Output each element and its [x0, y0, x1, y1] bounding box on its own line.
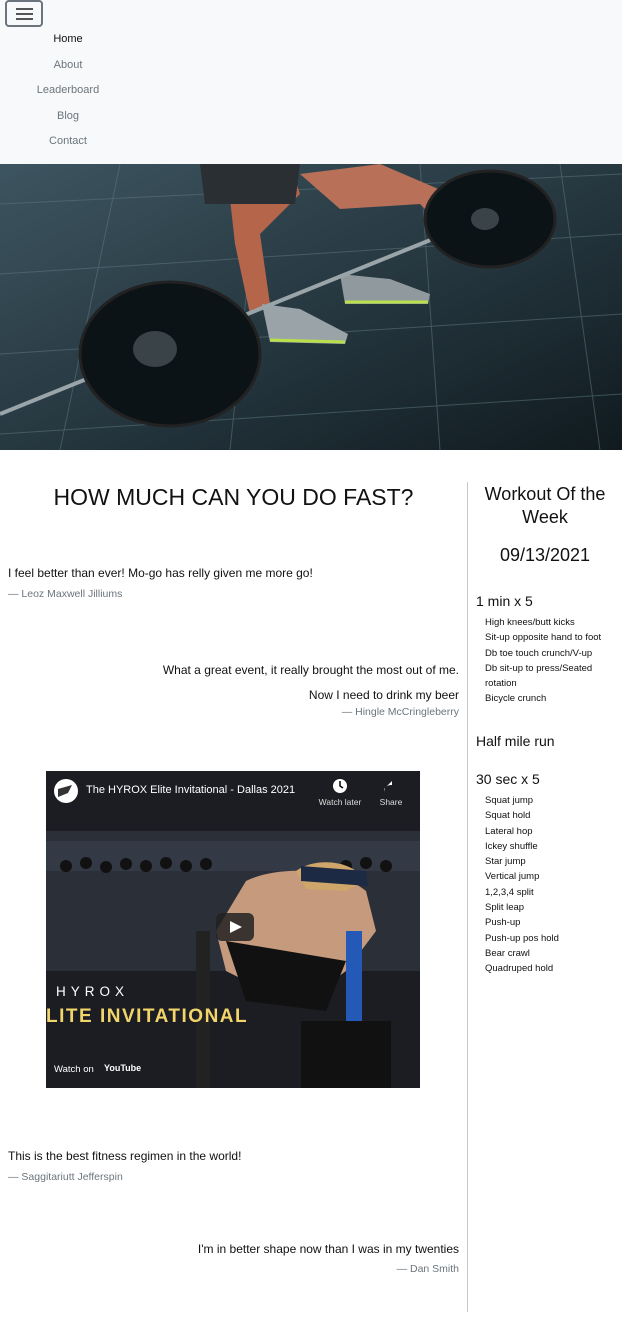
video-title[interactable]: The HYROX Elite Invitational - Dallas 20… — [86, 784, 295, 796]
exercise-list: High knees/butt kicks Sit-up opposite ha… — [485, 615, 622, 707]
exercise-item: Squat hold — [485, 810, 531, 822]
exercise-item: Quadruped hold — [485, 963, 554, 975]
share-button[interactable]: Share — [371, 797, 411, 807]
hamburger-icon-line — [16, 18, 33, 20]
testimonial-quote: What a great event, it really brought th… — [162, 663, 459, 702]
youtube-video-embed[interactable]: The HYROX Elite Invitational - Dallas 20… — [46, 771, 420, 1088]
workout-date: 09/13/2021 — [499, 545, 591, 565]
video-thumbnail — [46, 771, 420, 1088]
exercise-item: Bicycle crunch — [485, 693, 547, 705]
exercise-item: High knees/butt kicks — [485, 617, 575, 628]
page-headline: HOW MUCH CAN YOU DO FAST? — [53, 484, 414, 510]
watch-later-button[interactable]: Watch later — [314, 797, 366, 807]
exercise-item: Bear crawl — [485, 947, 530, 959]
nav-contact[interactable]: Contact — [0, 133, 136, 159]
testimonial-quote: I'm in better shape now than I was in my… — [197, 1242, 459, 1256]
testimonial-author: — Dan Smith — [396, 1263, 459, 1275]
workout-title: Workout Of the Week — [484, 484, 606, 527]
nav-leaderboard[interactable]: Leaderboard — [0, 82, 136, 108]
exercise-item: Lateral hop — [485, 825, 533, 837]
testimonial-quote: I feel better than ever! Mo-go has relly… — [8, 566, 313, 580]
exercise-item: 1,2,3,4 split — [485, 886, 534, 898]
hamburger-icon-line — [16, 13, 33, 15]
exercise-item: Sit-up opposite hand to foot — [485, 632, 602, 644]
exercise-item: Db toe touch crunch/V-up — [485, 647, 593, 659]
hero-image — [0, 164, 622, 450]
menu-toggle-button[interactable] — [5, 0, 43, 27]
testimonial-quote: This is the best fitness regimen in the … — [8, 1149, 242, 1163]
exercise-item: Split leap — [485, 902, 525, 914]
exercise-list: Squat jump Squat hold Lateral hop Ickey … — [485, 793, 622, 977]
video-banner-text: LITE INVITATIONAL — [46, 1006, 249, 1027]
nav-blog[interactable]: Blog — [0, 108, 136, 134]
watch-on-label: Watch on — [54, 1064, 94, 1075]
testimonial-author: — Hingle McCringleberry — [341, 706, 459, 718]
video-brand-text: HYROX — [56, 984, 130, 999]
youtube-logo[interactable]: YouTube — [104, 1063, 141, 1073]
nav-list: Home About Leaderboard Blog Contact — [0, 31, 136, 159]
nav-home[interactable]: Home — [0, 31, 136, 57]
exercise-item: Push-up — [485, 917, 521, 929]
exercise-item: Squat jump — [485, 795, 534, 806]
exercise-item: Db sit-up to press/Seated rotation — [485, 662, 593, 690]
section-heading: 1 min x 5 — [476, 593, 533, 609]
exercise-item: Vertical jump — [485, 871, 540, 883]
hero-barbell-photo — [0, 164, 622, 450]
nav-about[interactable]: About — [0, 57, 136, 83]
testimonial-author: — Leoz Maxwell Jilliums — [8, 588, 123, 600]
section-heading: 30 sec x 5 — [476, 771, 540, 787]
exercise-item: Push-up pos hold — [485, 932, 559, 944]
navbar: Home About Leaderboard Blog Contact — [0, 0, 622, 164]
testimonial-author: — Saggitariutt Jefferspin — [8, 1171, 123, 1183]
exercise-item: Star jump — [485, 856, 526, 868]
hamburger-icon — [16, 8, 33, 10]
section-heading: Half mile run — [476, 733, 555, 749]
exercise-item: Ickey shuffle — [485, 840, 538, 852]
